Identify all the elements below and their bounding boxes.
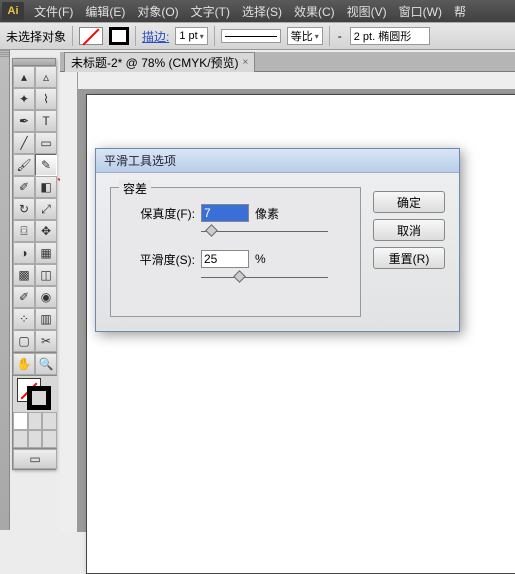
separator xyxy=(214,26,215,46)
color-mode-fill[interactable] xyxy=(13,412,28,430)
fidelity-slider[interactable] xyxy=(201,228,348,236)
smoothness-unit: % xyxy=(255,252,287,266)
tool-scale[interactable]: ⤢ xyxy=(35,198,57,220)
menu-select[interactable]: 选择(S) xyxy=(236,3,288,20)
tool-direct-select[interactable]: ▵ xyxy=(35,66,57,88)
brush-preview[interactable] xyxy=(221,29,281,43)
screen-mode[interactable]: ▭ xyxy=(13,449,57,469)
tolerance-legend: 容差 xyxy=(119,180,151,197)
tool-blend[interactable]: ◉ xyxy=(35,286,57,308)
smoothness-input[interactable] xyxy=(201,250,249,268)
tool-zoom[interactable]: 🔍 xyxy=(35,353,57,375)
close-icon[interactable]: × xyxy=(243,57,249,68)
tool-width[interactable]: ⌼ xyxy=(13,220,35,242)
ruler-vertical[interactable] xyxy=(60,72,78,532)
toolbox: ▴ ▵ ✦ ⌇ ✒ T ╱ ▭ 🖌 ✎ ✐ ◧ ↻ ⤢ ⌼ ✥ ◑ ▦ ▩ ◫ … xyxy=(12,58,56,470)
smoothness-label: 平滑度(S): xyxy=(123,251,195,268)
tool-pen[interactable]: ✒ xyxy=(13,110,35,132)
options-bar: 未选择对象 描边: 1 pt▾ 等比▾ - 2 pt. 椭圆形 xyxy=(0,22,515,50)
fidelity-label: 保真度(F): xyxy=(123,205,195,222)
cancel-button[interactable]: 取消 xyxy=(373,219,445,241)
tool-lasso[interactable]: ⌇ xyxy=(35,88,57,110)
draw-behind[interactable] xyxy=(28,430,43,448)
tool-hand[interactable]: ✋ xyxy=(13,353,35,375)
stroke-weight-dropdown[interactable]: 1 pt▾ xyxy=(175,27,207,45)
menu-edit[interactable]: 编辑(E) xyxy=(79,3,131,20)
menu-object[interactable]: 对象(O) xyxy=(131,3,184,20)
app-logo: Ai xyxy=(2,2,24,20)
menu-file[interactable]: 文件(F) xyxy=(28,3,79,20)
tool-symbol-spray[interactable]: ⁘ xyxy=(13,308,35,330)
document-tab[interactable]: 未标题-2* @ 78% (CMYK/预览) × xyxy=(64,52,255,72)
stroke-swatch[interactable] xyxy=(109,27,129,45)
tolerance-group: 容差 保真度(F): 像素 平滑度(S): % xyxy=(110,187,361,317)
ruler-horizontal[interactable] xyxy=(78,72,515,90)
document-tab-title: 未标题-2* @ 78% (CMYK/预览) xyxy=(71,54,239,71)
tool-eyedropper[interactable]: ✐ xyxy=(13,286,35,308)
fill-stroke-swatch[interactable] xyxy=(13,376,57,412)
tool-brush[interactable]: 🖌 xyxy=(13,154,35,176)
reset-button[interactable]: 重置(R) xyxy=(373,247,445,269)
tool-selection[interactable]: ▴ xyxy=(13,66,35,88)
stroke-label[interactable]: 描边: xyxy=(142,28,169,45)
tool-pencil[interactable]: ✎ xyxy=(35,154,57,176)
selection-label: 未选择对象 xyxy=(6,28,66,45)
stroke-icon[interactable] xyxy=(27,386,51,410)
tool-perspective[interactable]: ▦ xyxy=(35,242,57,264)
menu-effect[interactable]: 效果(C) xyxy=(288,3,341,20)
dock-strip xyxy=(0,50,10,530)
document-tabs: 未标题-2* @ 78% (CMYK/预览) × xyxy=(60,52,515,72)
tool-slice[interactable]: ✂ xyxy=(35,330,57,352)
tool-rotate[interactable]: ↻ xyxy=(13,198,35,220)
smooth-tool-options-dialog: 平滑工具选项 容差 保真度(F): 像素 平滑度(S): % 确定 取消 xyxy=(95,148,460,332)
tool-free-transform[interactable]: ✥ xyxy=(35,220,57,242)
dialog-titlebar[interactable]: 平滑工具选项 xyxy=(96,149,459,173)
dash: - xyxy=(336,29,344,43)
color-mode-none[interactable] xyxy=(42,412,57,430)
scale-dropdown[interactable]: 等比▾ xyxy=(287,27,323,45)
color-mode-gradient[interactable] xyxy=(28,412,43,430)
menu-window[interactable]: 窗口(W) xyxy=(393,3,448,20)
fill-swatch[interactable] xyxy=(79,27,103,45)
separator xyxy=(72,26,73,46)
tool-artboard[interactable]: ▢ xyxy=(13,330,35,352)
tool-gradient[interactable]: ◫ xyxy=(35,264,57,286)
tool-shape-builder[interactable]: ◑ xyxy=(13,242,35,264)
tool-blob[interactable]: ✐ xyxy=(13,176,35,198)
tool-type[interactable]: T xyxy=(35,110,57,132)
draw-normal[interactable] xyxy=(13,430,28,448)
ok-button[interactable]: 确定 xyxy=(373,191,445,213)
slider-thumb-icon[interactable] xyxy=(233,270,246,283)
tool-rectangle[interactable]: ▭ xyxy=(35,132,57,154)
menu-view[interactable]: 视图(V) xyxy=(341,3,393,20)
smoothness-slider[interactable] xyxy=(201,274,348,282)
draw-inside[interactable] xyxy=(42,430,57,448)
separator xyxy=(135,26,136,46)
dialog-title: 平滑工具选项 xyxy=(104,152,176,169)
tool-mesh[interactable]: ▩ xyxy=(13,264,35,286)
fidelity-unit: 像素 xyxy=(255,205,287,222)
menu-type[interactable]: 文字(T) xyxy=(185,3,236,20)
menu-help[interactable]: 帮 xyxy=(448,3,472,20)
separator xyxy=(329,26,330,46)
fidelity-input[interactable] xyxy=(201,204,249,222)
toolbox-grip[interactable] xyxy=(13,59,55,66)
shape-dropdown[interactable]: 2 pt. 椭圆形 xyxy=(350,27,430,45)
tool-wand[interactable]: ✦ xyxy=(13,88,35,110)
tool-line[interactable]: ╱ xyxy=(13,132,35,154)
menubar: Ai 文件(F) 编辑(E) 对象(O) 文字(T) 选择(S) 效果(C) 视… xyxy=(0,0,515,22)
tool-graph[interactable]: ▥ xyxy=(35,308,57,330)
